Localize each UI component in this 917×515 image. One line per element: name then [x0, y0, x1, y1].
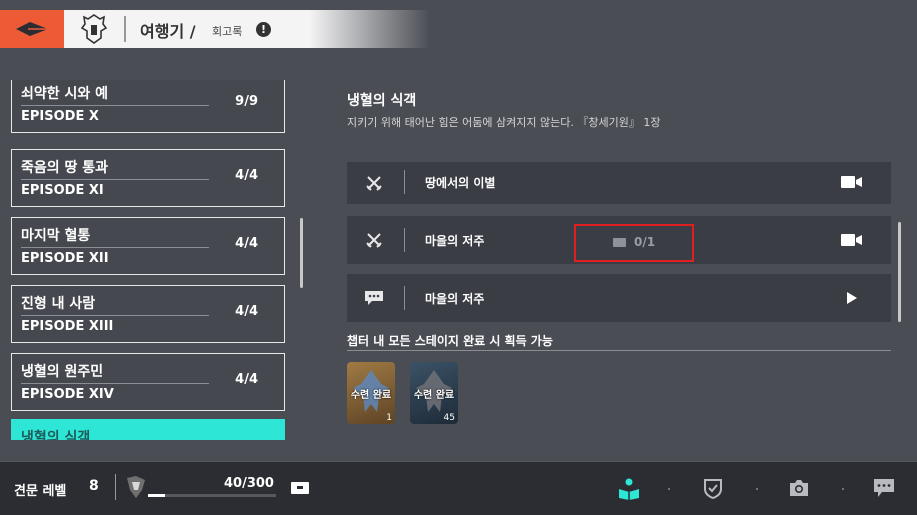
stage-label: 마을의 저주	[425, 234, 485, 248]
back-arrow-icon	[16, 22, 48, 36]
episode-progress: 4/4	[235, 236, 258, 251]
episode-item[interactable]: 마지막 혈통 EPISODE XII 4/4	[11, 217, 285, 275]
xp-progress-fill	[148, 494, 166, 497]
nav-separator	[668, 488, 670, 490]
episode-progress: 4/4	[235, 372, 258, 387]
stage-progress-highlight: 0/1	[574, 224, 694, 262]
stage-label: 땅에서의 이별	[425, 176, 496, 190]
reward-label: 수련 완료	[350, 390, 392, 401]
episode-divider	[21, 247, 209, 248]
chapter-quote: 지키기 위해 태어난 힘은 어둠에 삼켜지지 않는다. 『창세기원』 1장	[347, 116, 661, 129]
xp-value: 40/300	[224, 476, 274, 491]
episode-name: 냉혈의 식객	[21, 430, 91, 440]
episode-item[interactable]: 쇠약한 시와 예 EPISODE X 9/9	[11, 80, 285, 133]
crossed-swords-icon	[363, 229, 385, 251]
episode-name: 마지막 혈통	[21, 228, 91, 244]
stage-progress-value: 0/1	[634, 235, 656, 249]
stage-divider	[404, 286, 405, 310]
episode-item[interactable]: 진형 내 사람 EPISODE XIII 4/4	[11, 285, 285, 343]
stage-row[interactable]: 마을의 저주	[347, 274, 891, 322]
stage-list-scrollbar[interactable]	[898, 222, 901, 322]
reward-item[interactable]: 수련 완료 1	[347, 362, 395, 424]
episode-item[interactable]: 죽음의 땅 통과 EPISODE XI 4/4	[11, 149, 285, 207]
episode-number: EPISODE XIV	[21, 387, 114, 402]
level-label: 견문 레벨	[14, 484, 67, 499]
chat-bubble-icon	[363, 287, 385, 309]
reward-divider	[347, 350, 891, 351]
episode-progress: 9/9	[235, 94, 258, 109]
episode-item[interactable]: 냉혈의 원주민 EPISODE XIV 4/4	[11, 353, 285, 411]
stage-label: 마을의 저주	[425, 292, 485, 306]
level-value: 8	[89, 478, 99, 494]
camera-icon[interactable]	[787, 476, 811, 500]
video-camera-icon[interactable]	[841, 173, 863, 191]
episode-divider	[21, 179, 209, 180]
episode-name: 죽음의 땅 통과	[21, 160, 109, 176]
episode-progress: 4/4	[235, 168, 258, 183]
episode-item-active[interactable]: 냉혈의 식객	[11, 419, 285, 440]
episode-number: EPISODE XI	[21, 183, 104, 198]
book-reader-icon[interactable]	[617, 476, 641, 500]
chapter-title: 냉혈의 식객	[347, 93, 417, 109]
header-divider	[124, 16, 126, 42]
top-bar: 여행기 / 회고록 !	[0, 10, 430, 48]
stage-row[interactable]: 땅에서의 이별	[347, 162, 891, 204]
episode-divider	[21, 315, 209, 316]
page-title: 여행기 /	[140, 22, 196, 41]
episode-list[interactable]: 쇠약한 시와 예 EPISODE X 9/9 죽음의 땅 통과 EPISODE …	[10, 80, 286, 440]
nav-separator	[756, 488, 758, 490]
video-camera-icon[interactable]	[841, 231, 863, 249]
chest-icon	[613, 238, 626, 247]
guild-crest-icon	[80, 14, 108, 44]
episode-divider	[21, 105, 209, 106]
episode-list-scrollbar[interactable]	[300, 218, 303, 288]
episode-number: EPISODE XIII	[21, 319, 114, 334]
crossed-swords-icon	[363, 172, 385, 194]
play-icon[interactable]	[841, 289, 863, 307]
episode-name: 쇠약한 시와 예	[21, 86, 109, 102]
reward-title: 챕터 내 모든 스테이지 완료 시 획득 가능	[347, 334, 553, 348]
episode-divider	[21, 383, 209, 384]
reward-label: 수련 완료	[413, 390, 455, 401]
level-emblem-icon	[127, 476, 145, 498]
ticket-icon[interactable]	[290, 481, 310, 495]
episode-number: EPISODE X	[21, 109, 99, 124]
page-subtitle: 회고록	[212, 25, 243, 38]
chat-icon[interactable]	[872, 476, 896, 500]
back-button[interactable]	[0, 10, 64, 48]
episode-name: 진형 내 사람	[21, 296, 96, 312]
bottom-bar: 견문 레벨 8 40/300	[0, 461, 917, 515]
reward-count: 45	[443, 413, 455, 423]
reward-item[interactable]: 수련 완료 45	[410, 362, 458, 424]
nav-separator	[842, 488, 844, 490]
stage-divider	[404, 170, 405, 194]
xp-progress-bar	[148, 494, 276, 497]
level-divider	[115, 474, 116, 500]
reward-count: 1	[386, 413, 392, 423]
episode-progress: 4/4	[235, 304, 258, 319]
shield-check-icon[interactable]	[701, 476, 725, 500]
episode-name: 냉혈의 원주민	[21, 364, 104, 380]
stage-divider	[404, 228, 405, 252]
info-icon[interactable]: !	[256, 22, 271, 37]
episode-number: EPISODE XII	[21, 251, 109, 266]
